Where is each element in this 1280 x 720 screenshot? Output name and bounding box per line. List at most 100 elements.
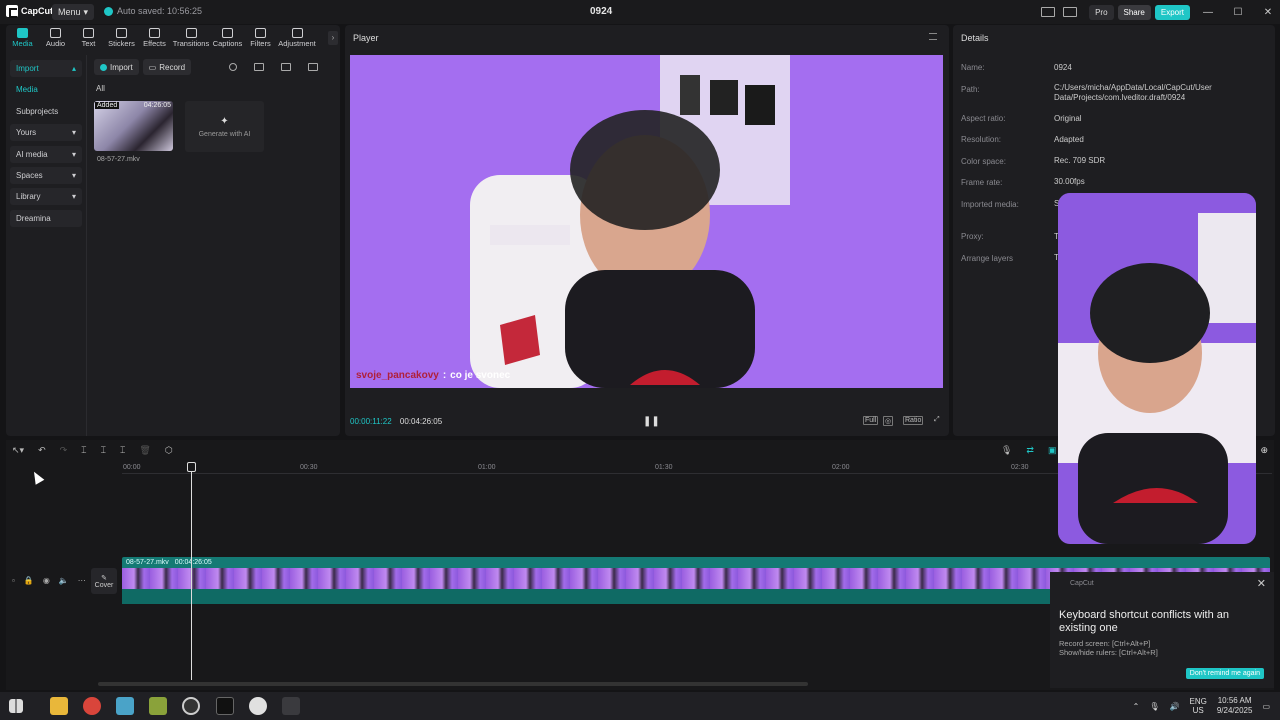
stickers-icon bbox=[116, 28, 127, 38]
speaker-icon[interactable]: 🔈 bbox=[59, 576, 69, 585]
share-button[interactable]: Share bbox=[1117, 4, 1151, 20]
playhead-line[interactable] bbox=[191, 462, 192, 680]
video-clip-header[interactable]: 08-57-27.mkv 00:04:26:05 bbox=[122, 557, 1270, 568]
lock-icon[interactable]: 🔒 bbox=[24, 576, 34, 585]
microphone-icon[interactable]: 🎙 bbox=[1001, 445, 1012, 456]
timeline-toolbar: ↖▾ ↶ ↷ ⌶ ⌶ ⌶ 🗑 ⬡ bbox=[12, 445, 173, 456]
detail-label: Aspect ratio: bbox=[961, 114, 1006, 123]
sidebar-label: Import bbox=[16, 64, 39, 73]
search-icon[interactable] bbox=[229, 63, 238, 71]
cover-label: Cover bbox=[94, 581, 114, 589]
zoom-in-icon[interactable]: ⊕ bbox=[1260, 445, 1268, 456]
import-button[interactable]: Import bbox=[94, 59, 139, 75]
sidebar-item-spaces[interactable]: Spaces ▾ bbox=[10, 166, 82, 184]
more-icon[interactable]: ⋯ bbox=[78, 576, 86, 585]
snap-icon[interactable]: ▣ bbox=[1048, 445, 1057, 456]
davinci-icon[interactable] bbox=[248, 697, 267, 715]
close-icon[interactable]: ✕ bbox=[1257, 577, 1266, 590]
autosave-text: Auto saved: 10:56:25 bbox=[117, 6, 203, 16]
clip-name: 08-57-27.mkv bbox=[126, 559, 169, 566]
terminal-icon[interactable] bbox=[215, 697, 234, 715]
fullscreen-icon[interactable]: ⤢ bbox=[933, 416, 941, 424]
dont-remind-button[interactable]: Don't remind me again bbox=[1185, 668, 1264, 679]
zoom-icon[interactable]: ◎ bbox=[883, 416, 894, 426]
app-logo: CapCut bbox=[6, 5, 53, 18]
detail-value: Adapted bbox=[1054, 135, 1084, 144]
chevron-right-icon[interactable]: › bbox=[328, 31, 338, 45]
ruler-tick: 00:00 bbox=[123, 464, 141, 471]
microphone-icon[interactable]: 🎙 bbox=[1149, 702, 1159, 711]
record-button[interactable]: ▭ Record bbox=[142, 59, 192, 75]
sidebar-item-ai-media[interactable]: AI media ▾ bbox=[10, 145, 82, 163]
sidebar-item-yours[interactable]: Yours ▾ bbox=[10, 124, 82, 142]
split-right-icon[interactable]: ⌶ bbox=[120, 445, 125, 456]
timeline-scrollbar[interactable] bbox=[98, 682, 808, 686]
sort-icon[interactable] bbox=[281, 63, 292, 71]
chevron-up-icon[interactable]: ⌃ bbox=[1133, 702, 1140, 711]
sidebar-item-subprojects[interactable]: Subprojects bbox=[10, 103, 82, 120]
ratio-button[interactable]: Ratio bbox=[903, 416, 924, 425]
eye-icon[interactable]: ◉ bbox=[43, 576, 50, 585]
tab-text[interactable]: Text bbox=[72, 25, 105, 51]
delete-icon[interactable]: 🗑 bbox=[139, 445, 150, 456]
clock[interactable]: 10:56 AM 9/24/2025 bbox=[1217, 696, 1253, 716]
sidebar-item-media[interactable]: Media bbox=[10, 81, 82, 98]
close-icon[interactable]: ✕ bbox=[1256, 7, 1280, 18]
redo-icon[interactable]: ↷ bbox=[60, 445, 68, 456]
generate-ai-button[interactable]: ✦ Generate with AI bbox=[185, 101, 264, 152]
tab-captions[interactable]: Captions bbox=[211, 25, 244, 51]
webcam-overlay[interactable] bbox=[1058, 193, 1256, 544]
file-explorer-icon[interactable] bbox=[49, 697, 68, 715]
playhead-handle[interactable] bbox=[187, 462, 196, 472]
ruler-tick: 02:00 bbox=[832, 464, 850, 471]
cover-button[interactable]: ✎ Cover bbox=[91, 568, 117, 594]
cloud-check-icon bbox=[104, 6, 113, 16]
tab-adjustment[interactable]: Adjustment bbox=[277, 25, 317, 51]
details-title: Details bbox=[961, 33, 989, 43]
all-label: All bbox=[96, 84, 105, 93]
tab-filters[interactable]: Filters bbox=[244, 25, 277, 51]
tab-media[interactable]: Media bbox=[6, 25, 39, 51]
windows-start-icon[interactable] bbox=[9, 699, 23, 713]
notification-icon[interactable]: ▭ bbox=[1262, 702, 1270, 711]
notepad-icon[interactable] bbox=[115, 697, 134, 715]
menu-icon[interactable] bbox=[929, 33, 937, 40]
sidebar-item-dreamina[interactable]: Dreamina bbox=[10, 209, 82, 227]
record-label: Record bbox=[159, 62, 186, 72]
pause-button[interactable]: ❚❚ bbox=[643, 416, 660, 427]
marker-icon[interactable]: ⬡ bbox=[165, 445, 173, 456]
export-button[interactable]: Export bbox=[1154, 4, 1190, 20]
sidebar-item-import[interactable]: Import ▴ bbox=[10, 60, 82, 77]
link-icon[interactable]: ⇄ bbox=[1026, 445, 1034, 456]
menu-button[interactable]: Menu ▾ bbox=[52, 4, 95, 20]
undo-icon[interactable]: ↶ bbox=[38, 445, 46, 456]
obs-icon[interactable] bbox=[182, 697, 201, 715]
capcut-taskbar-icon[interactable] bbox=[281, 697, 300, 715]
filter-icon[interactable] bbox=[308, 63, 319, 71]
language-indicator[interactable]: ENG US bbox=[1190, 697, 1207, 715]
volume-icon[interactable]: 🔊 bbox=[1170, 702, 1180, 711]
video-preview[interactable]: svoje_pancakovy : co je svonec bbox=[350, 55, 943, 388]
tab-transitions[interactable]: Transitions bbox=[171, 25, 211, 51]
tab-audio[interactable]: Audio bbox=[39, 25, 72, 51]
shortcut-icon[interactable] bbox=[1063, 7, 1078, 17]
layout-icon[interactable] bbox=[1041, 7, 1056, 17]
maximize-icon[interactable]: ☐ bbox=[1226, 7, 1250, 18]
pro-button[interactable]: Pro bbox=[1089, 4, 1114, 20]
sidebar-item-library[interactable]: Library ▾ bbox=[10, 188, 82, 206]
full-button[interactable]: Full bbox=[863, 416, 879, 425]
ruler-tick: 01:00 bbox=[478, 464, 496, 471]
ruler-tick: 00:30 bbox=[300, 464, 318, 471]
chrome-icon[interactable] bbox=[82, 697, 101, 715]
tab-stickers[interactable]: Stickers bbox=[105, 25, 138, 51]
select-tool-icon[interactable]: ↖▾ bbox=[12, 445, 24, 456]
track-thumbnail-icon[interactable]: ▫ bbox=[12, 576, 15, 585]
app-icon[interactable] bbox=[149, 697, 168, 715]
minimize-icon[interactable]: — bbox=[1196, 7, 1220, 18]
detail-value: 0924 bbox=[1054, 63, 1072, 72]
media-thumbnail[interactable]: Added 04:26:05 bbox=[94, 101, 173, 151]
split-left-icon[interactable]: ⌶ bbox=[101, 445, 106, 456]
split-icon[interactable]: ⌶ bbox=[81, 445, 86, 456]
tab-effects[interactable]: Effects bbox=[138, 25, 171, 51]
grid-view-icon[interactable] bbox=[254, 63, 265, 71]
